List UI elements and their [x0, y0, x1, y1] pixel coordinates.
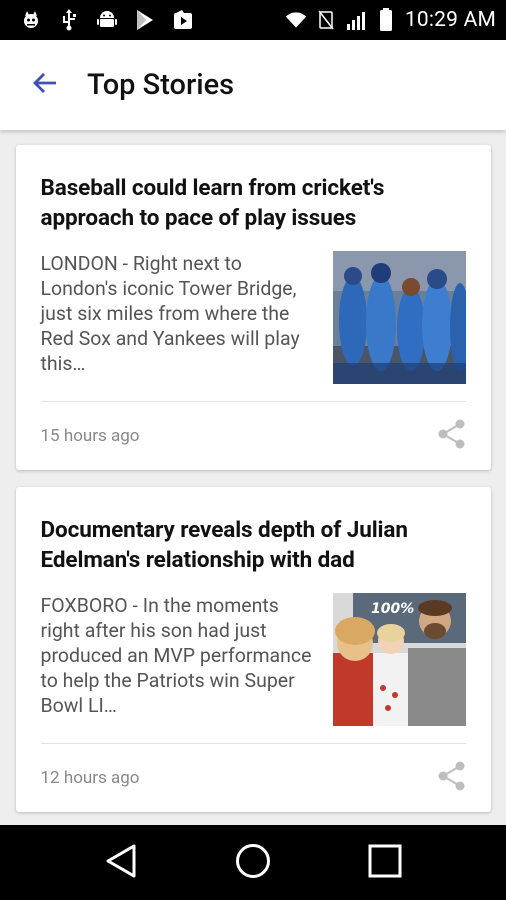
cricket-team-photo [332, 251, 466, 384]
signal-icon [345, 9, 367, 31]
nav-back-button[interactable] [91, 833, 151, 893]
android-icon [96, 9, 118, 31]
recents-square-icon [367, 843, 403, 883]
share-button[interactable] [432, 758, 472, 798]
story-title[interactable]: Documentary reveals depth of Julian Edel… [41, 515, 466, 575]
notification-icons [20, 9, 194, 31]
story-footer: 15 hours ago [41, 402, 466, 470]
nav-recents-button[interactable] [355, 833, 415, 893]
story-footer: 12 hours ago [41, 744, 466, 812]
edelman-family-photo: 100% [332, 593, 466, 726]
story-thumbnail[interactable] [332, 251, 466, 384]
wifi-icon [285, 9, 307, 31]
system-icons: 10:29 AM [285, 8, 496, 32]
cat-icon [20, 9, 42, 31]
play-store-icon [134, 9, 156, 31]
svg-text:100%: 100% [371, 601, 414, 617]
share-button[interactable] [432, 416, 472, 456]
arrow-back-icon [31, 69, 59, 101]
story-card[interactable]: Documentary reveals depth of Julian Edel… [15, 487, 491, 812]
back-button[interactable] [0, 40, 90, 130]
story-thumbnail[interactable]: 100% [332, 593, 466, 726]
story-timestamp: 15 hours ago [40, 426, 140, 446]
no-sim-icon [315, 9, 337, 31]
play-movies-icon [172, 9, 194, 31]
story-feed[interactable]: Baseball could learn from cricket's appr… [0, 130, 506, 825]
story-body: FOXBORO - In the moments right after his… [41, 593, 466, 726]
clock: 10:29 AM [404, 8, 496, 32]
story-card[interactable]: Baseball could learn from cricket's appr… [15, 145, 491, 470]
story-timestamp: 12 hours ago [40, 768, 140, 788]
system-nav-bar [0, 825, 506, 900]
status-bar: 10:29 AM [0, 0, 506, 40]
share-icon [436, 418, 468, 454]
story-title[interactable]: Baseball could learn from cricket's appr… [41, 173, 466, 233]
page-title: Top Stories [87, 68, 235, 102]
story-body: LONDON - Right next to London's iconic T… [41, 251, 466, 384]
home-circle-icon [234, 842, 272, 884]
usb-icon [58, 9, 80, 31]
share-icon [436, 760, 468, 796]
app-bar: Top Stories [0, 40, 506, 130]
back-triangle-icon [104, 843, 138, 883]
nav-home-button[interactable] [223, 833, 283, 893]
story-summary: FOXBORO - In the moments right after his… [40, 594, 312, 717]
battery-icon [375, 8, 397, 31]
story-summary: LONDON - Right next to London's iconic T… [40, 252, 300, 375]
